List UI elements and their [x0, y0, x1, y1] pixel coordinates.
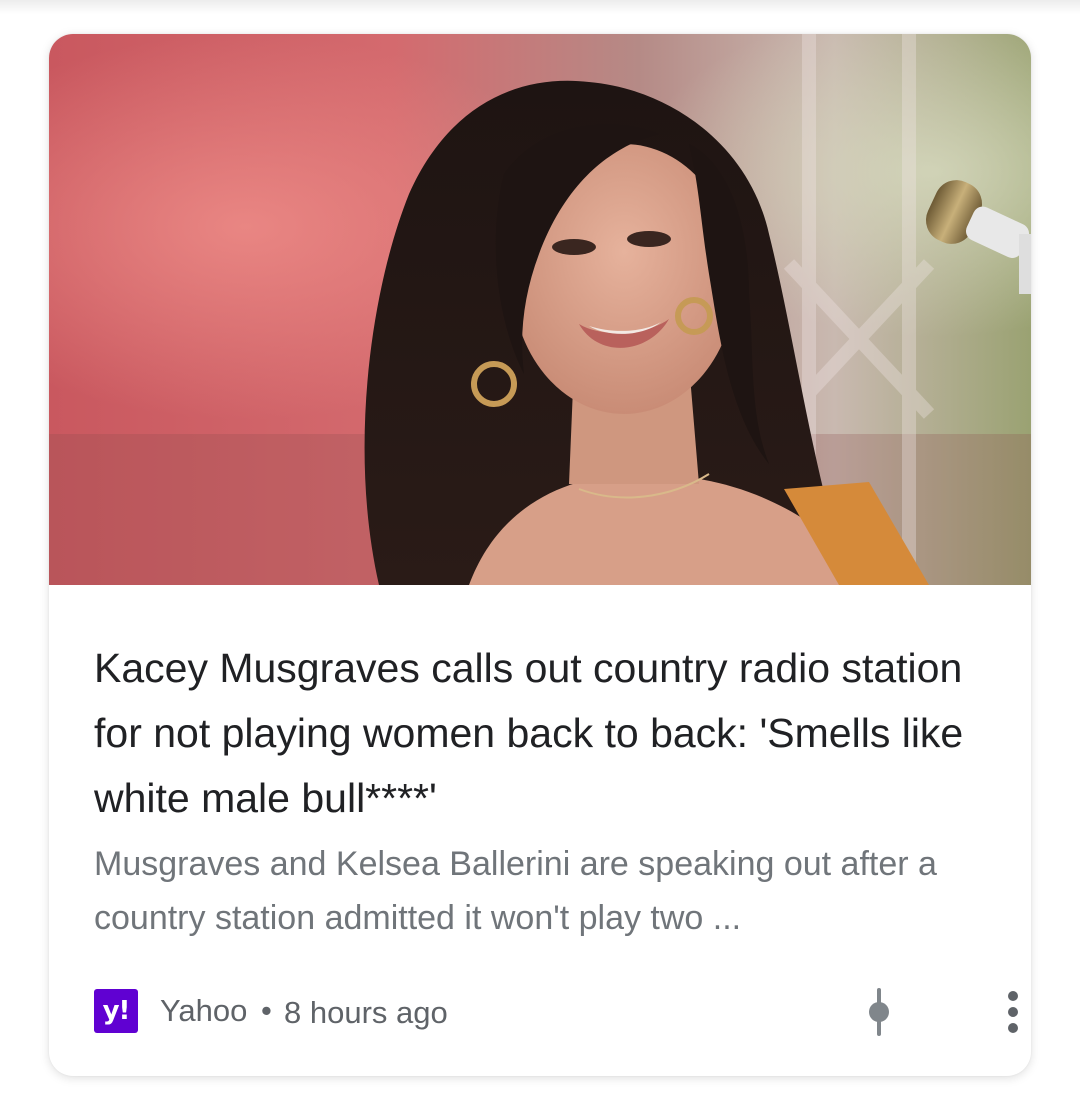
article-snippet: Musgraves and Kelsea Ballerini are speak…	[94, 845, 937, 937]
previous-card-edge	[0, 0, 1080, 14]
news-card[interactable]: Kacey Musgraves calls out country radio …	[49, 34, 1031, 1076]
yahoo-logo-icon: y!	[94, 989, 138, 1033]
more-vert-icon	[1008, 991, 1018, 1033]
pin-icon	[869, 988, 889, 1036]
meta-separator: •	[261, 993, 272, 1028]
pin-button[interactable]	[856, 987, 902, 1037]
photo-thumbnail-image	[49, 34, 1031, 585]
publish-time: 8 hours ago	[284, 995, 448, 1030]
article-thumbnail[interactable]	[49, 34, 1031, 585]
article-meta: y! Yahoo • 8 hours ago	[94, 987, 1018, 1037]
more-options-button[interactable]	[990, 987, 1031, 1037]
article-title[interactable]: Kacey Musgraves calls out country radio …	[94, 636, 994, 831]
source-name: Yahoo	[160, 993, 248, 1028]
